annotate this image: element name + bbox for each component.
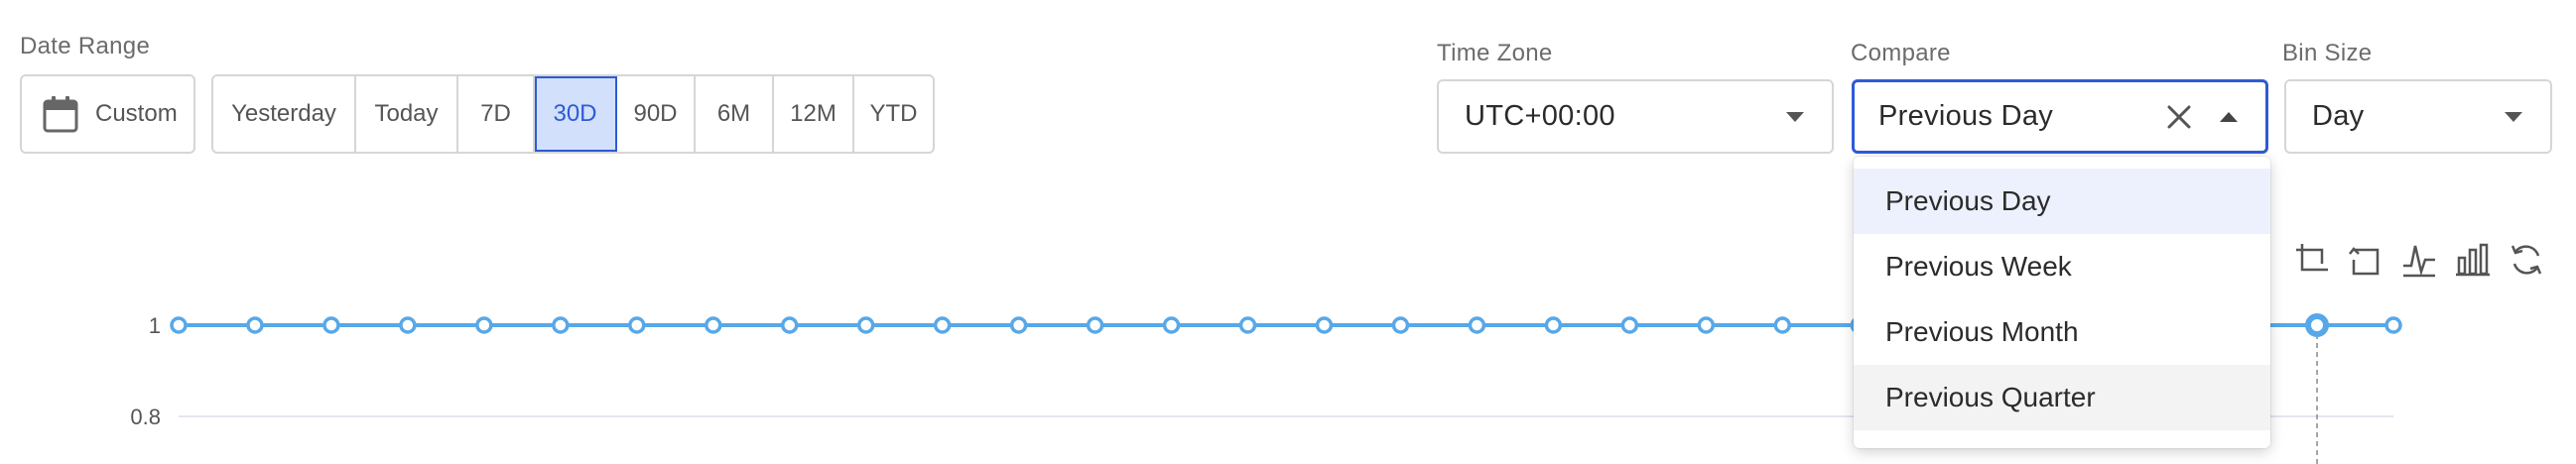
- refresh-icon[interactable]: [2507, 240, 2546, 280]
- data-point: [705, 316, 722, 334]
- y-tick-label: 0.8: [130, 405, 161, 429]
- data-point: [552, 316, 570, 334]
- bar-chart-icon[interactable]: [2453, 240, 2493, 280]
- y-tick-label: 1: [149, 313, 161, 338]
- data-point: [1773, 316, 1792, 334]
- data-point: [780, 316, 799, 334]
- data-point: [1391, 316, 1410, 334]
- data-point: [2384, 316, 2402, 334]
- compare-option-previous-month[interactable]: Previous Month: [1854, 299, 2270, 365]
- data-point: [628, 316, 646, 334]
- line-chart-icon[interactable]: [2399, 240, 2439, 280]
- range-30d[interactable]: 30D: [535, 76, 617, 152]
- compare-option-previous-week[interactable]: Previous Week: [1854, 234, 2270, 299]
- data-point: [170, 316, 188, 334]
- data-point: [2305, 313, 2330, 337]
- data-point: [322, 316, 340, 334]
- data-point: [1697, 316, 1716, 334]
- data-point: [399, 316, 417, 334]
- crop-zoom-icon[interactable]: [2292, 240, 2332, 280]
- compare-option-previous-day[interactable]: Previous Day: [1854, 169, 2270, 234]
- chart-toolbox: [2292, 240, 2546, 280]
- data-point: [475, 316, 493, 334]
- data-point: [1468, 316, 1486, 334]
- zoom-reset-icon[interactable]: [2346, 240, 2385, 280]
- data-point: [1315, 316, 1334, 334]
- data-point: [246, 316, 264, 334]
- compare-option-previous-quarter[interactable]: Previous Quarter: [1854, 365, 2270, 430]
- data-point: [1009, 316, 1028, 334]
- data-point: [1086, 316, 1104, 334]
- data-point: [856, 316, 875, 334]
- data-point: [1162, 316, 1181, 334]
- data-point: [1544, 316, 1563, 334]
- data-point: [1238, 316, 1257, 334]
- data-point: [933, 316, 952, 334]
- data-point: [1620, 316, 1639, 334]
- compare-dropdown: Previous Day Previous Week Previous Mont…: [1854, 157, 2270, 448]
